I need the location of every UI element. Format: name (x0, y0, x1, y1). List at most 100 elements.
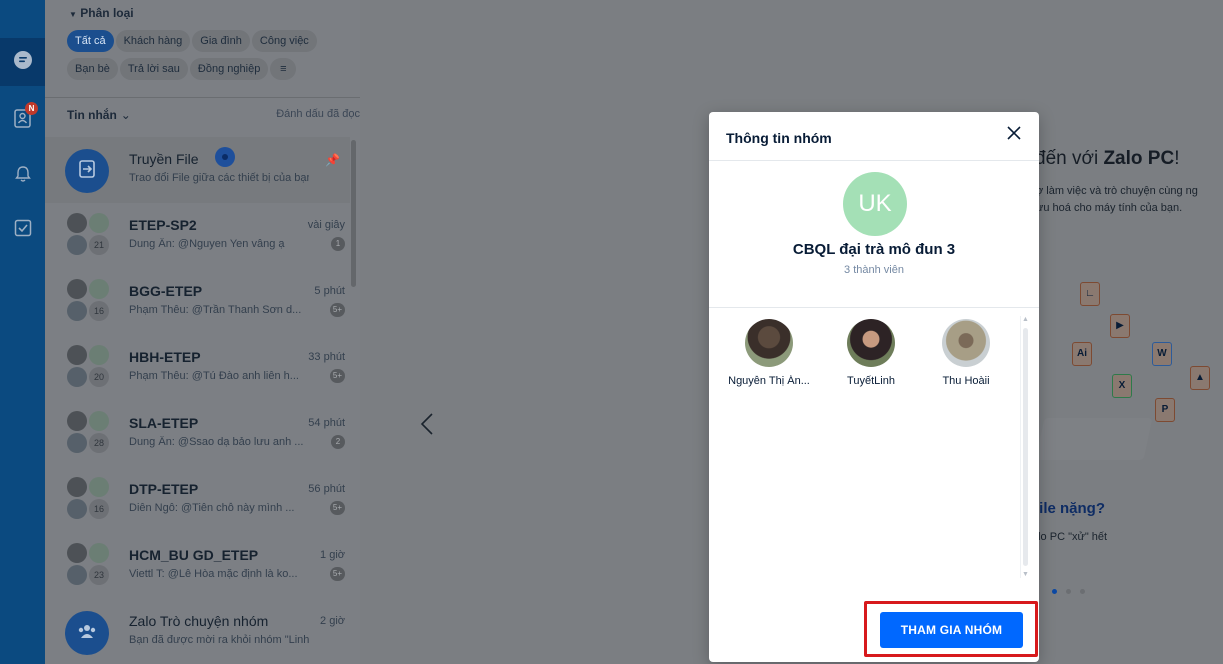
image-file-icon: ▲ (1190, 366, 1210, 390)
chevron-left-icon (420, 412, 434, 441)
todo-checkbox-icon (13, 218, 33, 243)
cursor-indicator (215, 147, 235, 167)
chip-work[interactable]: Công việc (251, 30, 317, 52)
conversation-name: ETEP-SP2 (129, 217, 197, 233)
conversation-name: HBH-ETEP (129, 349, 201, 365)
group-avatar: 28 (67, 411, 111, 455)
carousel-dots (1052, 581, 1094, 599)
scroll-down-icon[interactable]: ▼ (1022, 571, 1029, 578)
unread-badge: 5+ (329, 369, 345, 383)
bell-icon (13, 164, 33, 189)
group-avatar: 23 (67, 543, 111, 587)
word-file-icon: W (1152, 342, 1172, 366)
close-icon (1007, 125, 1021, 145)
nav-chat[interactable] (0, 38, 45, 86)
group-avatar: UK (843, 172, 907, 236)
scrollbar-thumb[interactable] (1023, 328, 1028, 566)
close-button[interactable] (1003, 124, 1025, 146)
conversation-time: 5 phút (314, 285, 345, 297)
file-transfer-icon (75, 157, 99, 186)
unread-badge: 5+ (329, 567, 345, 581)
conversation-preview: Phạm Thêu: @Trần Thanh Sơn d... (129, 304, 302, 316)
conversation-name: Truyền File (129, 151, 199, 167)
conversation-preview: Viettl T: @Lê Hòa mặc định là ko... (129, 568, 298, 580)
nav-notifications[interactable] (0, 152, 45, 200)
chip-colleagues[interactable]: Đồng nghiệp (189, 58, 269, 80)
member-item[interactable]: TuyếtLinh (821, 319, 921, 387)
carousel-dot[interactable] (1080, 589, 1085, 594)
excel-file-icon: X (1112, 374, 1132, 398)
mark-all-read-link[interactable]: Đánh dấu đã đọc (276, 108, 360, 120)
video-file-icon: ▶ (1110, 314, 1130, 338)
conversation-name: BGG-ETEP (129, 283, 203, 299)
conversation-item[interactable]: 16 DTP-ETEP 56 phút Diên Ngô: @Tiên chỗ … (45, 467, 350, 533)
conversation-scrollbar[interactable] (351, 140, 356, 287)
feature-text: alo PC "xử" hết (1032, 531, 1108, 543)
group-name: CBQL đại trà mô đun 3 (792, 241, 956, 258)
group-member-count: 3 thành viên (844, 264, 904, 276)
member-avatar (745, 319, 793, 367)
divider (709, 307, 1039, 308)
conversation-time: 54 phút (308, 417, 345, 429)
carousel-dot[interactable] (1052, 589, 1057, 594)
conversation-item[interactable]: 21 ETEP-SP2 vài giây Dung Ân: @Nguyen Ye… (45, 203, 350, 269)
conversation-name: Zalo Trò chuyện nhóm (129, 613, 269, 629)
chip-reply-later[interactable]: Trả lời sau (119, 58, 188, 80)
unread-badge: 2 (331, 435, 345, 449)
conversation-preview: Phạm Thêu: @Tú Đào anh liên h... (129, 370, 299, 382)
conversation-item[interactable]: 20 HBH-ETEP 33 phút Phạm Thêu: @Tú Đào a… (45, 335, 350, 401)
member-list: Nguyễn Thị Án... TuyếtLinh Thu Hoàii (709, 316, 1019, 578)
file-illustration: ∟ ▶ Ai W X ▲ P (1020, 270, 1223, 460)
chat-icon (12, 49, 34, 76)
pin-icon: 📌 (325, 153, 340, 167)
welcome-text: ợ làm việc và trò chuyện cùng ng ưu hoá … (1036, 185, 1198, 214)
chip-friends[interactable]: Bạn bè (67, 58, 118, 80)
ai-file-icon: Ai (1072, 342, 1092, 366)
unread-badge: 1 (331, 237, 345, 251)
conversation-name: SLA-ETEP (129, 415, 199, 431)
member-avatar (847, 319, 895, 367)
filter-settings-button[interactable]: ≡ (270, 58, 297, 80)
member-list-scrollbar[interactable]: ▲ ▼ (1020, 316, 1030, 578)
conversation-list: Truyền File Trao đổi File giữa các thiết… (45, 137, 350, 664)
category-header[interactable]: ▼ Phân loại (69, 6, 134, 20)
member-name: TuyếtLinh (847, 375, 895, 387)
chip-customers[interactable]: Khách hàng (115, 30, 191, 52)
chevron-down-icon: ⌄ (120, 108, 131, 122)
unread-badge: 5+ (329, 303, 345, 317)
modal-title: Thông tin nhóm (726, 130, 832, 146)
member-item[interactable]: Thu Hoàii (916, 319, 1016, 387)
nav-contacts[interactable]: N (0, 96, 45, 144)
nav-todo[interactable] (0, 206, 45, 254)
carousel-prev-button[interactable] (415, 412, 439, 441)
conversation-time: 56 phút (308, 483, 345, 495)
conversation-preview: Dung Ân: @Ssao dạ bảo lưu anh ... (129, 436, 304, 448)
conversation-item[interactable]: 16 BGG-ETEP 5 phút Phạm Thêu: @Trần Than… (45, 269, 350, 335)
conversation-item[interactable]: Zalo Trò chuyện nhóm 2 giờ Bạn đã được m… (45, 599, 350, 664)
member-avatar (942, 319, 990, 367)
divider (45, 97, 360, 98)
member-item[interactable]: Nguyễn Thị Án... (719, 319, 819, 387)
chip-family[interactable]: Gia đình (192, 30, 250, 52)
join-group-button[interactable]: THAM GIA NHÓM (880, 612, 1023, 648)
group-chat-avatar (65, 611, 109, 655)
nav-rail: N (0, 0, 45, 664)
category-chips: Tất cả Khách hàng Gia đình Công việc Bạn bè T… (67, 30, 357, 86)
group-info-modal: Thông tin nhóm UK CBQL đại trà mô đun 3 … (709, 112, 1039, 662)
welcome-title: đến với Zalo PC! (1035, 148, 1180, 169)
conversation-item[interactable]: Truyền File Trao đổi File giữa các thiết… (45, 137, 350, 203)
conversation-item[interactable]: 23 HCM_BU GD_ETEP 1 giờ Viettl T: @Lê Hò… (45, 533, 350, 599)
member-name: Nguyễn Thị Án... (728, 375, 810, 387)
laptop-illustration (1035, 418, 1153, 460)
conversation-item[interactable]: 28 SLA-ETEP 54 phút Dung Ân: @Ssao dạ bả… (45, 401, 350, 467)
caret-down-icon: ▼ (69, 10, 77, 19)
scroll-up-icon[interactable]: ▲ (1022, 316, 1029, 323)
chip-all[interactable]: Tất cả (67, 30, 114, 52)
group-avatar: 16 (67, 279, 111, 323)
conversation-time: 2 giờ (320, 615, 345, 627)
messages-filter-dropdown[interactable]: Tin nhắn ⌄ (67, 108, 131, 122)
conversation-preview: Bạn đã được mời ra khỏi nhóm "Linh... (129, 634, 309, 646)
carousel-dot[interactable] (1066, 589, 1071, 594)
group-avatar: 21 (67, 213, 111, 257)
member-name: Thu Hoàii (942, 375, 990, 387)
